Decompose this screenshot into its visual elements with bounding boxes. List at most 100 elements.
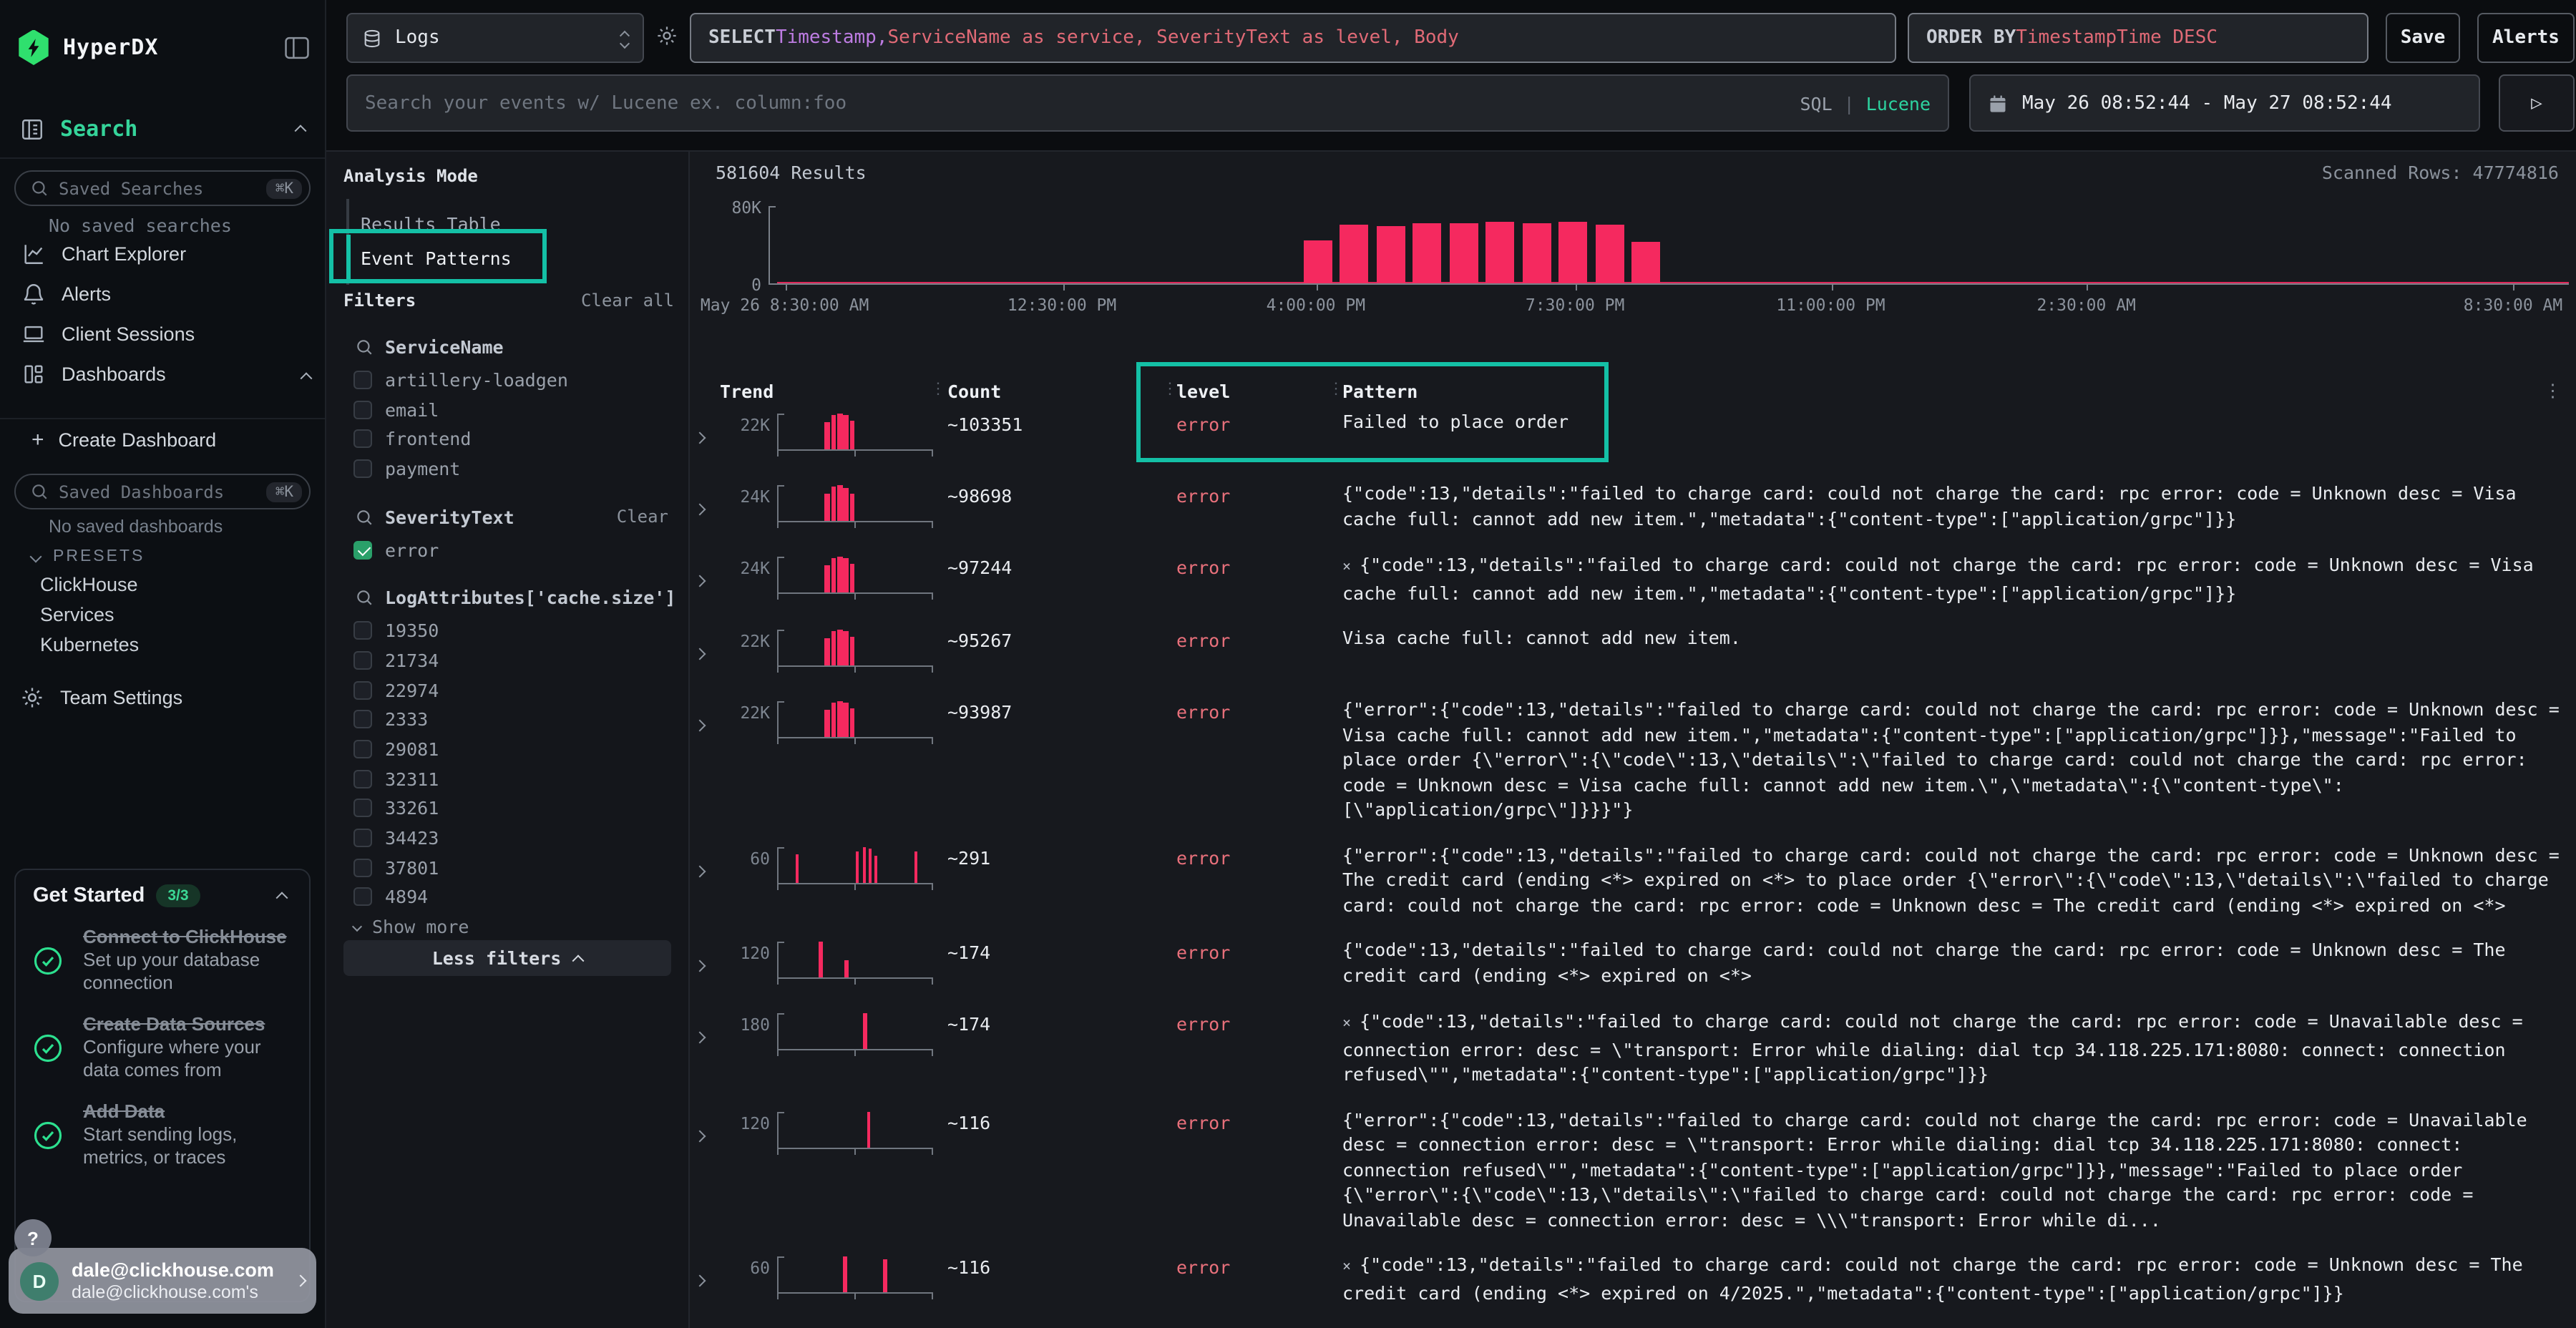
- drag-handle-icon[interactable]: ⋮: [930, 379, 946, 398]
- saved-searches-input[interactable]: Saved Searches ⌘K: [14, 170, 311, 206]
- row-expander-icon[interactable]: [696, 949, 704, 976]
- checkbox-unchecked[interactable]: [353, 859, 372, 877]
- mode-option-event-patterns[interactable]: Event Patterns: [361, 243, 512, 272]
- histogram-bar[interactable]: [1596, 224, 1624, 283]
- search-input[interactable]: Search your events w/ Lucene ex. column:…: [346, 74, 1949, 132]
- table-row[interactable]: 60~291error{"error":{"code":13,"details"…: [690, 842, 2576, 917]
- histogram-bar[interactable]: [1523, 223, 1551, 283]
- histogram-bar[interactable]: [1450, 223, 1478, 283]
- histogram-bar[interactable]: [1559, 223, 1588, 283]
- save-button[interactable]: Save: [2386, 13, 2460, 63]
- mode-option-results-table[interactable]: Results Table: [361, 209, 501, 238]
- filter-checkbox-row[interactable]: 21734: [353, 645, 683, 675]
- select-clause-input[interactable]: SELECT Timestamp, ServiceName as service…: [690, 13, 1896, 63]
- table-row[interactable]: 180~174error× {"code":13,"details":"fail…: [690, 1009, 2576, 1087]
- sidebar-item-client-sessions[interactable]: Client Sessions: [20, 313, 311, 353]
- table-row[interactable]: 24K~98698error{"code":13,"details":"fail…: [690, 481, 2576, 532]
- row-expander-icon[interactable]: [696, 1118, 704, 1146]
- checkbox-unchecked[interactable]: [353, 622, 372, 640]
- get-started-item[interactable]: Add DataStart sending logs, metrics, or …: [33, 1100, 292, 1169]
- filter-checkbox-row[interactable]: 37801: [353, 853, 683, 882]
- column-header-trend[interactable]: Trend: [720, 381, 774, 402]
- checkbox-checked[interactable]: [353, 540, 372, 559]
- drag-handle-icon[interactable]: ⋮: [1328, 379, 1344, 398]
- sidebar-item-alerts[interactable]: Alerts: [20, 273, 311, 313]
- table-row[interactable]: 22K~95267errorVisa cache full: cannot ad…: [690, 625, 2576, 677]
- sidebar-item-chart-explorer[interactable]: Chart Explorer: [20, 233, 311, 273]
- table-row[interactable]: 60~116error× {"code":13,"details":"faile…: [690, 1252, 2576, 1305]
- checkbox-unchecked[interactable]: [353, 429, 372, 448]
- column-header-count[interactable]: Count: [947, 381, 1001, 402]
- order-by-input[interactable]: ORDER BY TimestampTime DESC: [1908, 13, 2368, 63]
- source-select[interactable]: Logs: [346, 13, 644, 63]
- filter-checkbox-row[interactable]: 19350: [353, 616, 683, 645]
- table-row[interactable]: 24K~97244error× {"code":13,"details":"fa…: [690, 552, 2576, 605]
- row-expander-icon[interactable]: [696, 637, 704, 664]
- sidebar-item-dashboards[interactable]: Dashboards: [20, 353, 311, 394]
- table-row[interactable]: 22K~103351errorFailed to place order: [690, 409, 2576, 461]
- filter-checkbox-row[interactable]: email: [353, 394, 683, 424]
- collapse-sidebar-icon[interactable]: [283, 35, 311, 59]
- get-started-header[interactable]: Get Started 3/3: [33, 884, 292, 907]
- table-row[interactable]: 22K~93987error{"error":{"code":13,"detai…: [690, 697, 2576, 822]
- row-expander-icon[interactable]: [696, 854, 704, 881]
- row-expander-icon[interactable]: [696, 421, 704, 448]
- row-expander-icon[interactable]: [696, 1264, 704, 1291]
- alerts-button[interactable]: Alerts: [2477, 13, 2575, 63]
- checkbox-unchecked[interactable]: [353, 400, 372, 419]
- filter-group-clear-button[interactable]: Clear: [617, 507, 668, 527]
- checkbox-unchecked[interactable]: [353, 888, 372, 907]
- filter-checkbox-row[interactable]: payment: [353, 454, 683, 483]
- run-query-button[interactable]: ▷: [2499, 74, 2575, 132]
- filter-checkbox-row[interactable]: 22974: [353, 675, 683, 705]
- time-range-picker[interactable]: May 26 08:52:44 - May 27 08:52:44: [1969, 74, 2480, 132]
- sidebar-item-team-settings[interactable]: Team Settings: [20, 678, 311, 716]
- filter-checkbox-row[interactable]: 2333: [353, 705, 683, 734]
- sidebar-preset-services[interactable]: Services: [40, 600, 311, 630]
- table-row[interactable]: 120~116error{"error":{"code":13,"details…: [690, 1107, 2576, 1232]
- get-started-item[interactable]: Create Data SourcesConfigure where your …: [33, 1013, 292, 1082]
- table-row[interactable]: 60~58error{"level":"error","span_id":"53…: [690, 1325, 2576, 1328]
- checkbox-unchecked[interactable]: [353, 769, 372, 788]
- filter-checkbox-row[interactable]: 4894: [353, 882, 683, 912]
- checkbox-unchecked[interactable]: [353, 711, 372, 729]
- row-expander-icon[interactable]: [696, 1020, 704, 1048]
- filter-checkbox-row[interactable]: error: [353, 535, 683, 565]
- lucene-mode-button[interactable]: Lucene: [1866, 92, 1931, 114]
- checkbox-unchecked[interactable]: [353, 799, 372, 818]
- checkbox-unchecked[interactable]: [353, 459, 372, 478]
- sidebar-preset-clickhouse[interactable]: ClickHouse: [40, 570, 311, 600]
- histogram-bar[interactable]: [1340, 225, 1368, 283]
- less-filters-button[interactable]: Less filters: [343, 940, 671, 976]
- row-expander-icon[interactable]: [696, 564, 704, 591]
- sidebar-preset-kubernetes[interactable]: Kubernetes: [40, 630, 311, 660]
- checkbox-unchecked[interactable]: [353, 740, 372, 758]
- checkbox-unchecked[interactable]: [353, 371, 372, 389]
- drag-handle-icon[interactable]: ⋮: [1162, 379, 1178, 398]
- checkbox-unchecked[interactable]: [353, 829, 372, 847]
- row-expander-icon[interactable]: [696, 492, 704, 519]
- filter-checkbox-row[interactable]: 29081: [353, 734, 683, 763]
- checkbox-unchecked[interactable]: [353, 651, 372, 670]
- clear-all-button[interactable]: Clear all: [581, 290, 674, 311]
- checkbox-unchecked[interactable]: [353, 680, 372, 699]
- saved-dashboards-input[interactable]: Saved Dashboards ⌘K: [14, 474, 311, 509]
- histogram-bar[interactable]: [1303, 241, 1332, 283]
- filter-checkbox-row[interactable]: artillery-loadgen: [353, 365, 683, 394]
- help-button[interactable]: ?: [14, 1219, 52, 1256]
- histogram-bar[interactable]: [1413, 223, 1442, 283]
- filter-checkbox-row[interactable]: 32311: [353, 764, 683, 794]
- column-header-level[interactable]: level: [1176, 381, 1230, 402]
- user-account-chip[interactable]: D dale@clickhouse.com dale@clickhouse.co…: [9, 1248, 316, 1314]
- show-more-button[interactable]: Show more: [353, 912, 683, 942]
- source-settings-gear-icon[interactable]: [655, 24, 678, 47]
- histogram-bar[interactable]: [1632, 242, 1661, 283]
- sidebar-item-search[interactable]: Search: [20, 112, 305, 146]
- row-expander-icon[interactable]: [696, 708, 704, 736]
- filter-checkbox-row[interactable]: 33261: [353, 794, 683, 823]
- presets-toggle[interactable]: PRESETS: [31, 548, 145, 565]
- get-started-item[interactable]: Connect to ClickHouseSet up your databas…: [33, 926, 292, 995]
- table-row[interactable]: 120~174error{"code":13,"details":"failed…: [690, 937, 2576, 989]
- histogram-bar[interactable]: [1486, 223, 1515, 283]
- sql-mode-button[interactable]: SQL: [1800, 92, 1832, 114]
